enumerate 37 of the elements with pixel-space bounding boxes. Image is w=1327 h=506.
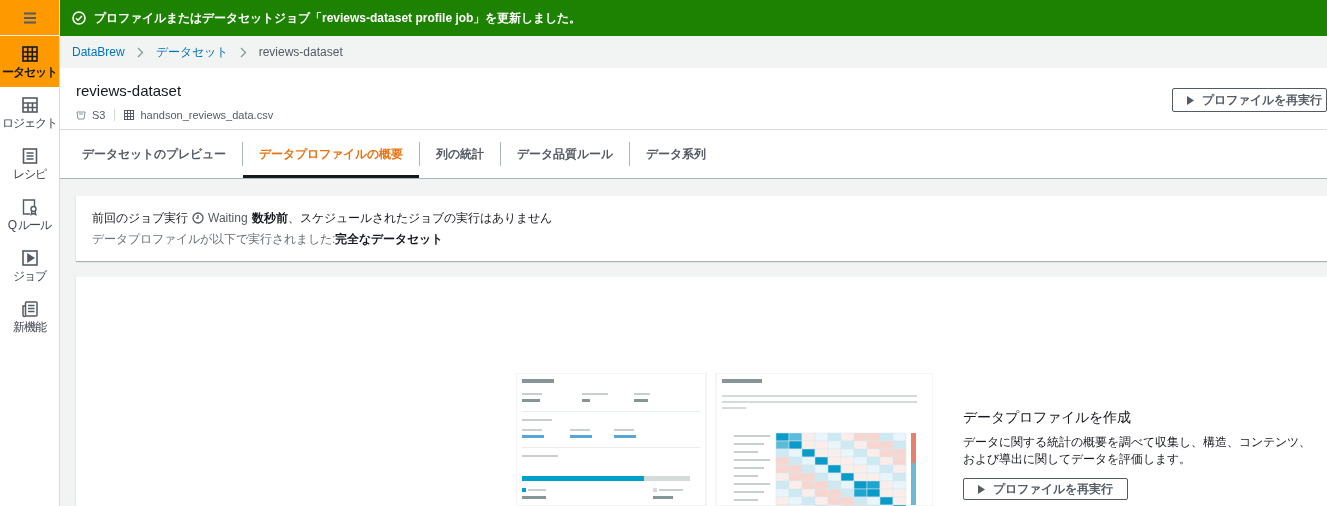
- table-icon: [124, 109, 135, 120]
- tab[interactable]: データ品質ルール: [501, 130, 629, 178]
- last-job-label: 前回のジョブ実行: [92, 210, 188, 227]
- job-status: Waiting: [208, 210, 248, 227]
- cta-description: データに関する統計の概要を調べて収集し、構造、コンテンツ、および導出に関してデータを評価します。: [963, 434, 1312, 468]
- menu-icon: [22, 11, 37, 24]
- cta-title: データプロファイルを作成: [963, 408, 1132, 427]
- clock-icon: [192, 212, 204, 224]
- play-icon: [978, 484, 985, 494]
- grid-icon: [20, 96, 39, 114]
- schedule-note: 、スケジュールされたジョブの実行はありません: [287, 210, 552, 227]
- dataset-title: reviews-dataset: [76, 81, 183, 101]
- rerun-profile-button[interactable]: プロファイルを再実行: [1172, 88, 1327, 112]
- job-time: 数秒前: [251, 210, 288, 227]
- breadcrumb-link[interactable]: DataBrew: [72, 43, 125, 61]
- play-icon: [1187, 95, 1194, 105]
- check-circle-icon: [72, 11, 86, 25]
- banner-message: プロファイルまたはデータセットジョブ「reviews-dataset profile job」を更新しました。: [94, 10, 582, 27]
- chevron-right-icon: [136, 46, 144, 58]
- newspaper-icon: [20, 300, 39, 318]
- document-icon: [20, 147, 39, 165]
- sidebar-item[interactable]: ータセット: [0, 36, 59, 87]
- breadcrumb-current: reviews-dataset: [258, 44, 343, 61]
- play-icon: [20, 249, 39, 267]
- tab[interactable]: データ系列: [630, 130, 722, 178]
- profile-scope-text: データプロファイルが以下で実行されました:完全なデータセット: [92, 231, 445, 248]
- bucket-icon: [76, 109, 86, 120]
- rerun-profile-button[interactable]: プロファイルを再実行: [963, 478, 1128, 500]
- menu-button[interactable]: [0, 0, 59, 36]
- source-label: S3: [92, 107, 106, 123]
- file-name: handson_reviews_data.csv: [140, 107, 274, 123]
- certificate-icon: [20, 198, 39, 216]
- tab[interactable]: 列の統計: [420, 130, 500, 178]
- breadcrumb-link[interactable]: データセット: [155, 43, 228, 61]
- table-icon: [20, 45, 39, 63]
- tab[interactable]: データセットのプレビュー: [66, 130, 242, 178]
- chevron-right-icon: [239, 46, 247, 58]
